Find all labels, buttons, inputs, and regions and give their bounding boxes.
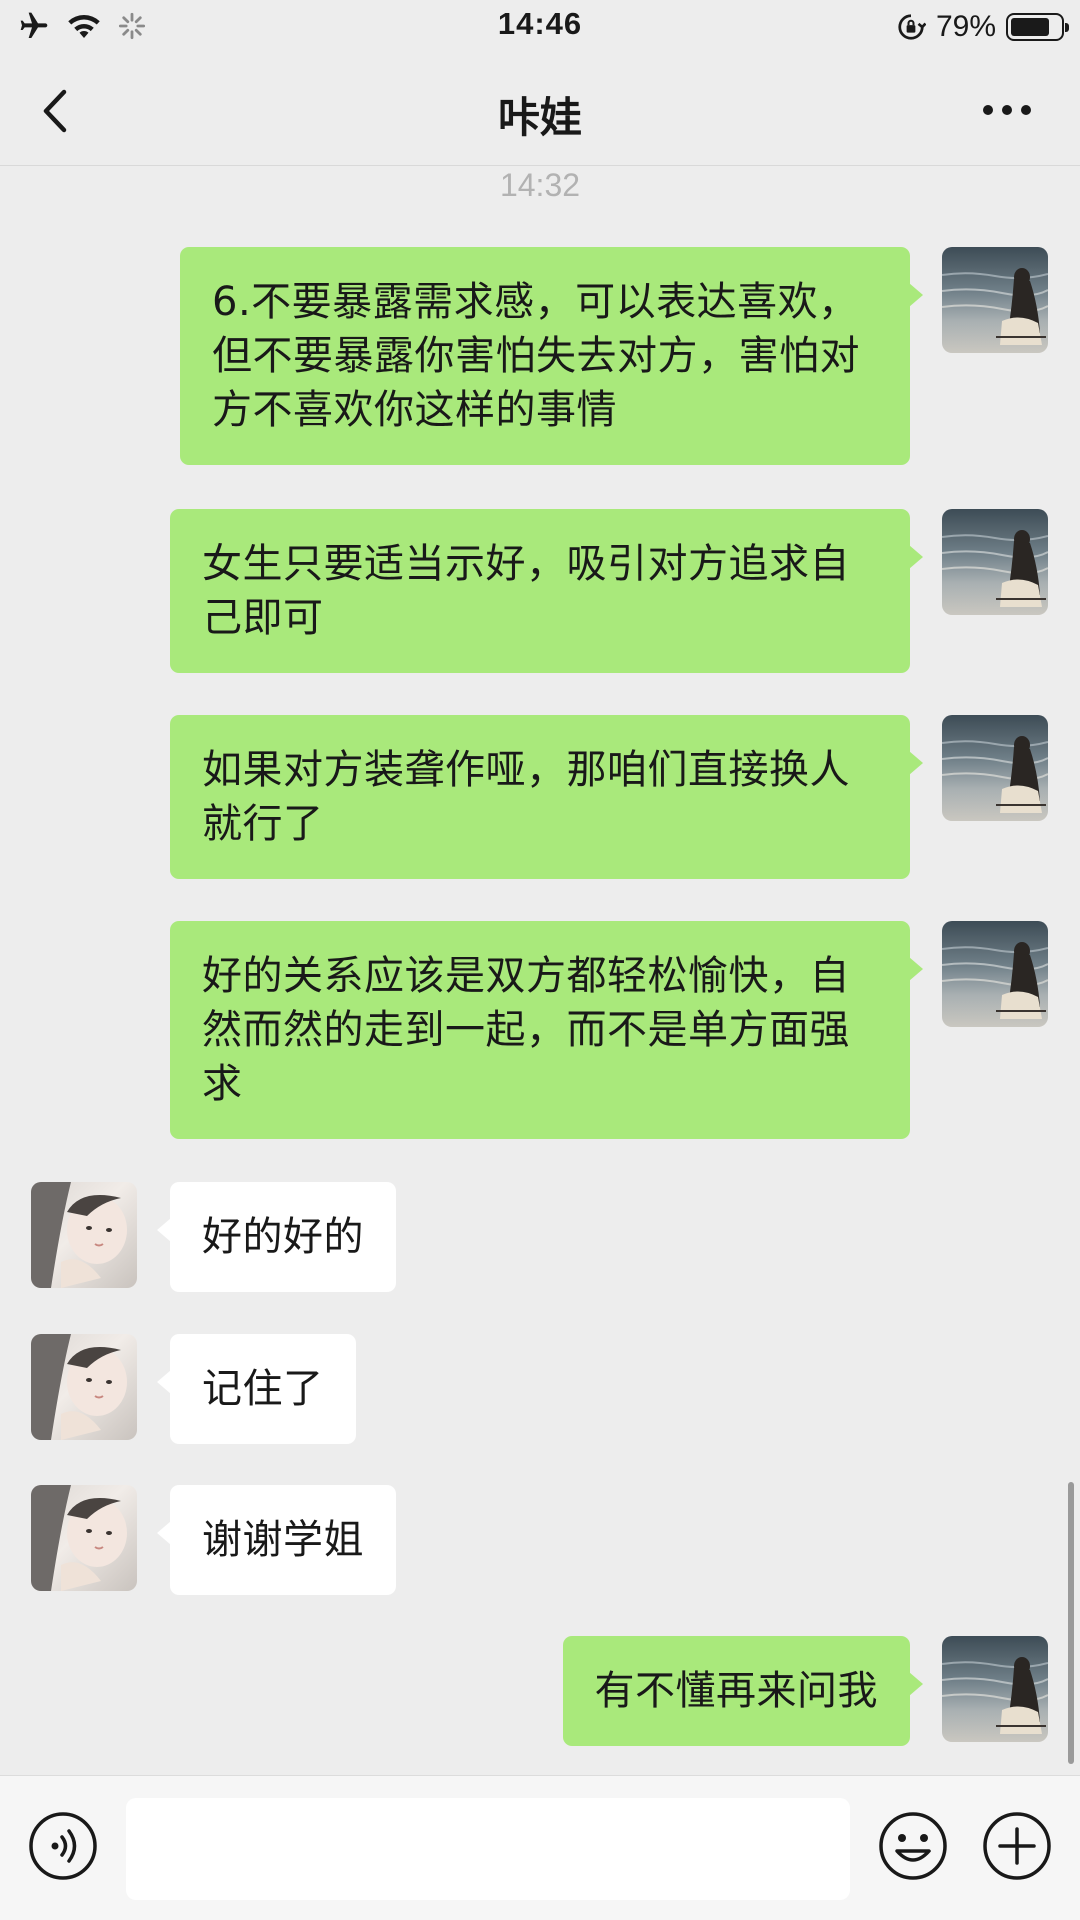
message-bubble-outgoing[interactable]: 有不懂再来问我 bbox=[562, 1636, 923, 1746]
contact-avatar[interactable] bbox=[31, 1182, 137, 1288]
battery-icon bbox=[1006, 13, 1069, 41]
message-input[interactable] bbox=[126, 1798, 850, 1900]
input-bar bbox=[0, 1775, 1080, 1920]
more-dots-icon[interactable] bbox=[982, 100, 1032, 120]
orientation-lock-icon bbox=[898, 14, 926, 40]
battery-percent: 79% bbox=[935, 10, 996, 43]
contact-avatar[interactable] bbox=[31, 1334, 137, 1440]
message-bubble-outgoing[interactable]: 如果对方装聋作哑，那咱们直接换人就行了 bbox=[170, 715, 923, 879]
message-timestamp: 14:32 bbox=[499, 167, 581, 203]
my-avatar[interactable] bbox=[942, 921, 1048, 1027]
emoji-icon[interactable] bbox=[878, 1811, 948, 1881]
message-bubble-incoming[interactable]: 谢谢学姐 bbox=[157, 1485, 396, 1595]
my-avatar[interactable] bbox=[942, 715, 1048, 821]
message-bubble-incoming[interactable]: 好的好的 bbox=[157, 1182, 396, 1292]
scrollbar[interactable] bbox=[1068, 1482, 1074, 1764]
my-avatar[interactable] bbox=[942, 1636, 1048, 1742]
my-avatar[interactable] bbox=[942, 247, 1048, 353]
message-bubble-outgoing[interactable]: 女生只要适当示好，吸引对方追求自己即可 bbox=[170, 509, 923, 673]
message-bubble-incoming[interactable]: 记住了 bbox=[157, 1334, 356, 1444]
voice-icon[interactable] bbox=[28, 1811, 98, 1881]
message-bubble-outgoing[interactable]: 6.不要暴露需求感，可以表达喜欢，但不要暴露你害怕失去对方，害怕对方不喜欢你这样… bbox=[180, 247, 923, 465]
contact-avatar[interactable] bbox=[31, 1485, 137, 1591]
status-right-icons: 79% bbox=[896, 10, 1069, 44]
status-bar: 14:46 79% bbox=[0, 0, 1080, 56]
battery-fill bbox=[1011, 18, 1049, 36]
chat-title: 咔娃 bbox=[497, 93, 582, 142]
plus-icon[interactable] bbox=[982, 1811, 1052, 1881]
chat-header: 咔娃 bbox=[0, 56, 1080, 166]
message-bubble-outgoing[interactable]: 好的关系应该是双方都轻松愉快，自然而然的走到一起，而不是单方面强求 bbox=[170, 921, 923, 1139]
chat-messages[interactable]: 14:32 6.不要暴露需求感，可以表达喜欢，但不要暴露你害怕失去对方，害怕对方… bbox=[0, 167, 1080, 1775]
my-avatar[interactable] bbox=[942, 509, 1048, 615]
